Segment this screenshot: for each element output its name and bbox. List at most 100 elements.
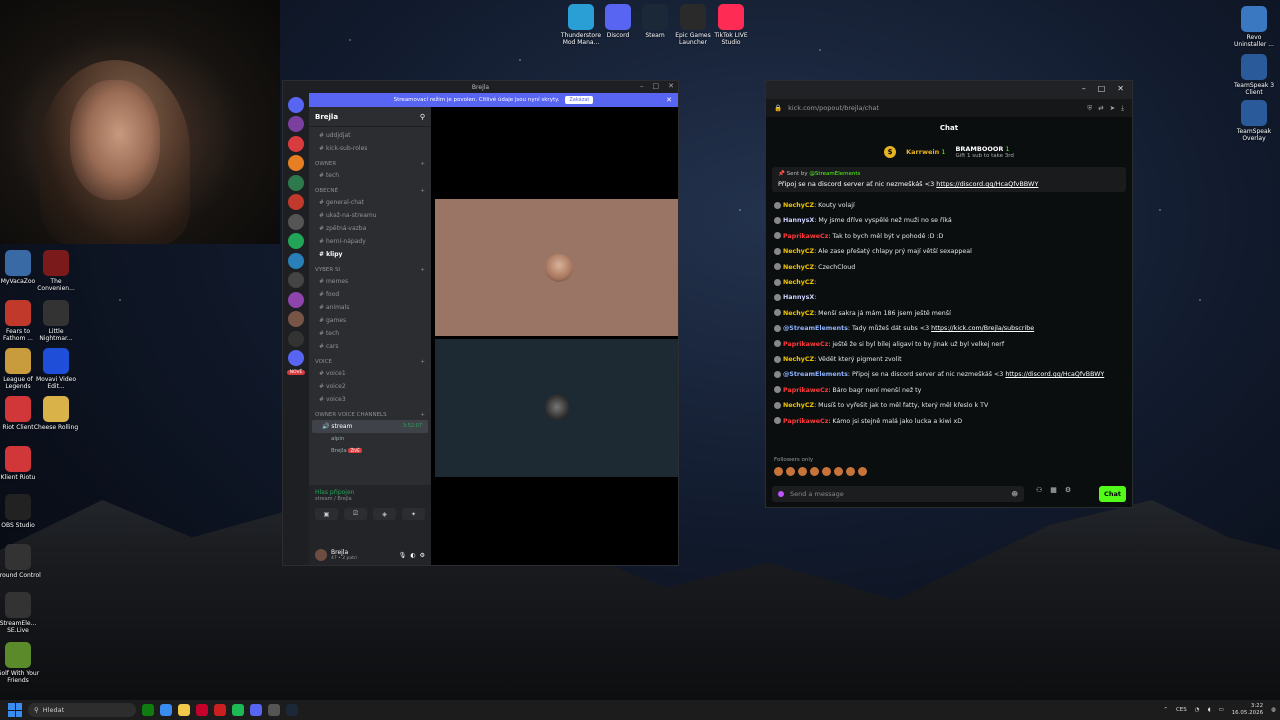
channel-item[interactable]: # tech bbox=[309, 169, 431, 182]
desktop-icon[interactable]: Movavi Video Edit... bbox=[32, 348, 80, 390]
chat-username[interactable]: HannysX bbox=[783, 294, 814, 301]
emote[interactable] bbox=[786, 467, 795, 476]
add-channel-icon[interactable]: + bbox=[420, 267, 425, 273]
add-channel-icon[interactable]: + bbox=[420, 188, 425, 194]
channel-item[interactable]: # games bbox=[309, 314, 431, 327]
send-chat-button[interactable]: Chat bbox=[1099, 486, 1126, 502]
screen-share-button[interactable]: ⎚ bbox=[344, 508, 367, 520]
disable-streamer-mode-button[interactable]: Zakázat bbox=[565, 96, 594, 104]
channel-item[interactable]: # voice3 bbox=[309, 393, 431, 406]
chat-username[interactable]: NechyCZ bbox=[783, 202, 814, 209]
channel-item[interactable]: # ukaž-na-streamu bbox=[309, 209, 431, 222]
discord-titlebar[interactable]: Brejla – □ ✕ bbox=[283, 81, 678, 93]
channel-item[interactable]: # animals bbox=[309, 301, 431, 314]
chat-username[interactable]: NechyCZ bbox=[783, 248, 814, 255]
address-bar[interactable]: 🔒 kick.com/popout/brejla/chat ⛨ ⇄ ➤ ⤓ bbox=[766, 99, 1132, 117]
server-icon[interactable] bbox=[288, 174, 304, 191]
minimize-icon[interactable]: – bbox=[640, 82, 644, 90]
maximize-icon[interactable]: □ bbox=[653, 82, 660, 90]
chat-username[interactable]: NechyCZ bbox=[783, 356, 814, 363]
shield-icon[interactable]: ⛨ bbox=[1087, 104, 1092, 113]
pinned-link[interactable]: https://discord.gg/HcaQfvBBWY bbox=[936, 180, 1038, 188]
chat-username[interactable]: PaprikaweCz bbox=[783, 233, 828, 240]
users-icon[interactable]: ⚇ bbox=[1036, 486, 1042, 494]
close-icon[interactable]: ✕ bbox=[1117, 84, 1124, 96]
minimize-icon[interactable]: – bbox=[1082, 84, 1086, 96]
microphone-icon[interactable]: 🎙 bbox=[399, 552, 407, 559]
channel-item[interactable]: # uddjdjat bbox=[309, 129, 431, 142]
server-icon[interactable] bbox=[288, 330, 304, 347]
send-icon[interactable]: ➤ bbox=[1110, 104, 1115, 113]
gifter-1[interactable]: Karrwein bbox=[906, 148, 939, 156]
channel-item[interactable]: # general-chat bbox=[309, 196, 431, 209]
server-header[interactable]: Brejla ⚲ bbox=[309, 107, 431, 127]
server-icon[interactable] bbox=[288, 291, 304, 308]
chat-username[interactable]: NechyCZ bbox=[783, 264, 814, 271]
volume-icon[interactable]: ◖ bbox=[1208, 707, 1211, 713]
download-icon[interactable]: ⤓ bbox=[1121, 104, 1124, 113]
emote[interactable] bbox=[810, 467, 819, 476]
server-icon[interactable] bbox=[288, 96, 304, 113]
channel-category[interactable]: VYBER SI + bbox=[309, 261, 431, 275]
emoji-icon[interactable]: ☻ bbox=[1011, 490, 1018, 498]
chat-link[interactable]: https://discord.gg/HcaQfvBBWY bbox=[1005, 371, 1104, 378]
channel-category[interactable]: OWNER VOICE CHANNELS + bbox=[309, 406, 431, 420]
riot-icon[interactable] bbox=[214, 704, 226, 716]
chat-username[interactable]: NechyCZ bbox=[783, 279, 814, 286]
desktop-icon[interactable]: TeamSpeak 3 Client bbox=[1230, 54, 1278, 96]
channel-item[interactable]: # memes bbox=[309, 275, 431, 288]
video-tile[interactable] bbox=[435, 199, 678, 336]
kick-chat-window[interactable]: – □ ✕ 🔒 kick.com/popout/brejla/chat ⛨ ⇄ … bbox=[765, 80, 1133, 508]
emote[interactable] bbox=[774, 467, 783, 476]
desktop-icon[interactable]: TikTok LIVE Studio bbox=[707, 4, 755, 46]
discord-window[interactable]: Brejla – □ ✕ NOVÉ Streamovací režim je p… bbox=[282, 80, 679, 566]
channel-item[interactable]: # cars bbox=[309, 340, 431, 353]
server-icon[interactable] bbox=[288, 213, 304, 230]
channel-item[interactable]: # klipy bbox=[309, 248, 431, 261]
windows-start-icon[interactable] bbox=[8, 703, 22, 717]
clock[interactable]: 3:22 16.05.2026 bbox=[1232, 703, 1264, 717]
desktop-icon[interactable]: Cheese Rolling bbox=[32, 396, 80, 431]
add-channel-icon[interactable]: + bbox=[420, 359, 425, 365]
activity-button[interactable]: ◈ bbox=[373, 508, 396, 520]
channel-item[interactable]: # food bbox=[309, 288, 431, 301]
channel-category[interactable]: VOICE + bbox=[309, 353, 431, 367]
chat-username[interactable]: NechyCZ bbox=[783, 402, 814, 409]
server-icon[interactable] bbox=[288, 135, 304, 152]
desktop-icon[interactable]: Golf With Your Friends bbox=[0, 642, 42, 684]
headphones-icon[interactable]: ◐ bbox=[410, 552, 415, 559]
add-channel-icon[interactable]: + bbox=[420, 412, 425, 418]
settings-icon[interactable]: ⚙ bbox=[420, 552, 425, 559]
desktop-icon[interactable]: TeamSpeak Overlay bbox=[1230, 100, 1278, 142]
server-icon[interactable] bbox=[288, 350, 304, 366]
add-channel-icon[interactable]: + bbox=[420, 161, 425, 167]
xbox-icon[interactable] bbox=[142, 704, 154, 716]
camera-button[interactable]: ▣ bbox=[315, 508, 338, 520]
channel-item[interactable]: # voice2 bbox=[309, 380, 431, 393]
desktop-icon[interactable]: StreamEle... SE.Live bbox=[0, 592, 42, 634]
soundboard-button[interactable]: ✦ bbox=[402, 508, 425, 520]
server-icon[interactable] bbox=[288, 194, 304, 210]
server-icon[interactable] bbox=[288, 233, 304, 249]
wifi-icon[interactable]: ◔ bbox=[1195, 707, 1200, 713]
channel-item[interactable]: # herní-nápady bbox=[309, 235, 431, 248]
chat-username[interactable]: PaprikaweCz bbox=[783, 418, 828, 425]
server-icon[interactable] bbox=[288, 272, 304, 288]
spotify-icon[interactable] bbox=[232, 704, 244, 716]
emote[interactable] bbox=[858, 467, 867, 476]
server-icon[interactable] bbox=[288, 311, 304, 327]
channel-item[interactable]: # tech bbox=[309, 327, 431, 340]
maximize-icon[interactable]: □ bbox=[1098, 84, 1106, 96]
gear-icon[interactable]: ⚙ bbox=[1065, 486, 1071, 494]
chat-input[interactable]: Send a message ☻ bbox=[772, 486, 1024, 502]
obs-icon[interactable] bbox=[268, 704, 280, 716]
pinned-author[interactable]: @StreamElements bbox=[809, 171, 860, 177]
avatar[interactable] bbox=[315, 549, 327, 561]
chat-username[interactable]: @StreamElements bbox=[783, 371, 848, 378]
chat-username[interactable]: PaprikaweCz bbox=[783, 387, 828, 394]
chat-username[interactable]: HannysX bbox=[783, 217, 814, 224]
channel-category[interactable]: OBECNÉ + bbox=[309, 182, 431, 196]
explorer-icon[interactable] bbox=[178, 704, 190, 716]
chat-username[interactable]: PaprikaweCz bbox=[783, 341, 828, 348]
taskbar-search[interactable]: ⚲ Hledat bbox=[28, 703, 136, 717]
